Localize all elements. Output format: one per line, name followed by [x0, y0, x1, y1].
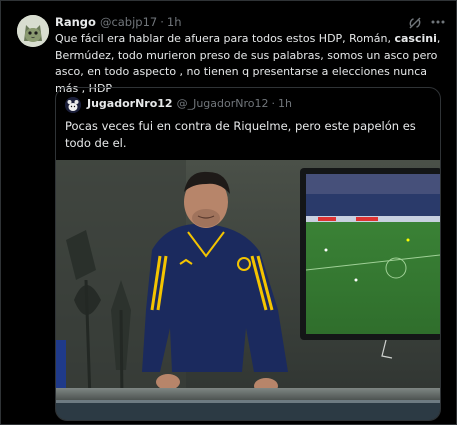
quoted-tweet[interactable]: JugadorNro12 @_JugadorNro12 · 1h Pocas v… [55, 87, 441, 421]
tweet-card[interactable]: Rango @cabjp17 · 1h Que fácil era hablar… [0, 0, 457, 425]
quote-media-photo[interactable] [56, 160, 440, 420]
quote-separator-dot: · [271, 97, 276, 110]
more-options-button[interactable] [429, 13, 447, 31]
tweet-time[interactable]: 1h [167, 15, 182, 29]
quote-author-name[interactable]: JugadorNro12 [87, 97, 173, 110]
grok-icon [409, 17, 421, 29]
separator-dot: · [160, 15, 164, 29]
quote-text: Pocas veces fui en contra de Riquelme, p… [65, 119, 416, 150]
quote-author-handle[interactable]: @_JugadorNro12 [177, 97, 269, 110]
photo-illustration [56, 160, 440, 420]
quote-avatar[interactable] [65, 97, 81, 113]
grok-button[interactable] [407, 15, 423, 31]
quote-time[interactable]: 1h [278, 97, 292, 110]
quote-header: JugadorNro12 @_JugadorNro12 · 1h [87, 97, 292, 110]
tweet-header: Rango @cabjp17 · 1h [55, 15, 182, 29]
author-name[interactable]: Rango [55, 15, 96, 29]
tweet-text-bold: cascini [394, 32, 437, 45]
more-icon [431, 20, 445, 24]
cat-avatar-icon [17, 15, 49, 47]
author-avatar[interactable] [17, 15, 49, 47]
bear-avatar-icon [65, 97, 81, 113]
tweet-text-part1: Que fácil era hablar de afuera para todo… [55, 32, 395, 45]
author-handle[interactable]: @cabjp17 [100, 15, 157, 29]
